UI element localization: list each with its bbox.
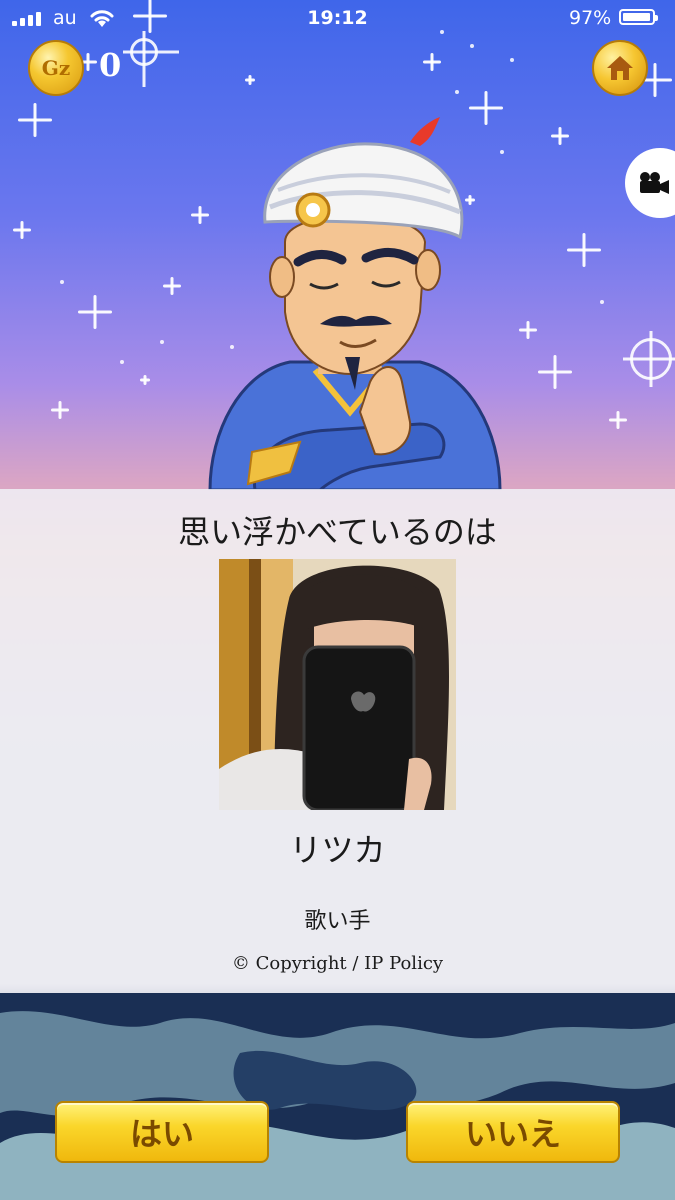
- battery-icon: [619, 9, 658, 25]
- coin-count: 0: [99, 46, 122, 84]
- video-reward-button[interactable]: [625, 148, 675, 218]
- akinator-result-screen: au 19:12 97% Gz 0 思い浮かべているのは リツカ 歌い手 © C…: [0, 0, 675, 1200]
- battery-percent: 97%: [569, 7, 612, 29]
- no-button-label: いいえ: [464, 1115, 561, 1153]
- status-bar: au 19:12 97%: [0, 0, 675, 38]
- character-photo: [219, 559, 456, 810]
- answer-heading: 思い浮かべているのは: [178, 513, 497, 551]
- home-icon: [607, 56, 633, 80]
- character-description: 歌い手: [304, 909, 371, 934]
- character-name: リツカ: [289, 831, 386, 869]
- coin-symbol: Gz: [41, 56, 71, 80]
- no-button[interactable]: いいえ: [406, 1101, 620, 1163]
- genizes-coin-icon[interactable]: Gz: [28, 40, 84, 96]
- genie-illustration: [208, 117, 502, 490]
- yes-button-label: はい: [129, 1115, 194, 1153]
- video-camera-icon: [640, 172, 669, 194]
- copyright-link[interactable]: © Copyright / IP Policy: [0, 953, 675, 974]
- battery-level-fill: [623, 13, 651, 21]
- home-button[interactable]: [592, 40, 648, 96]
- answer-card: 思い浮かべているのは リツカ 歌い手 © Copyright / IP Poli…: [0, 489, 675, 993]
- yes-button[interactable]: はい: [55, 1101, 269, 1163]
- smoke-background: [0, 993, 675, 1200]
